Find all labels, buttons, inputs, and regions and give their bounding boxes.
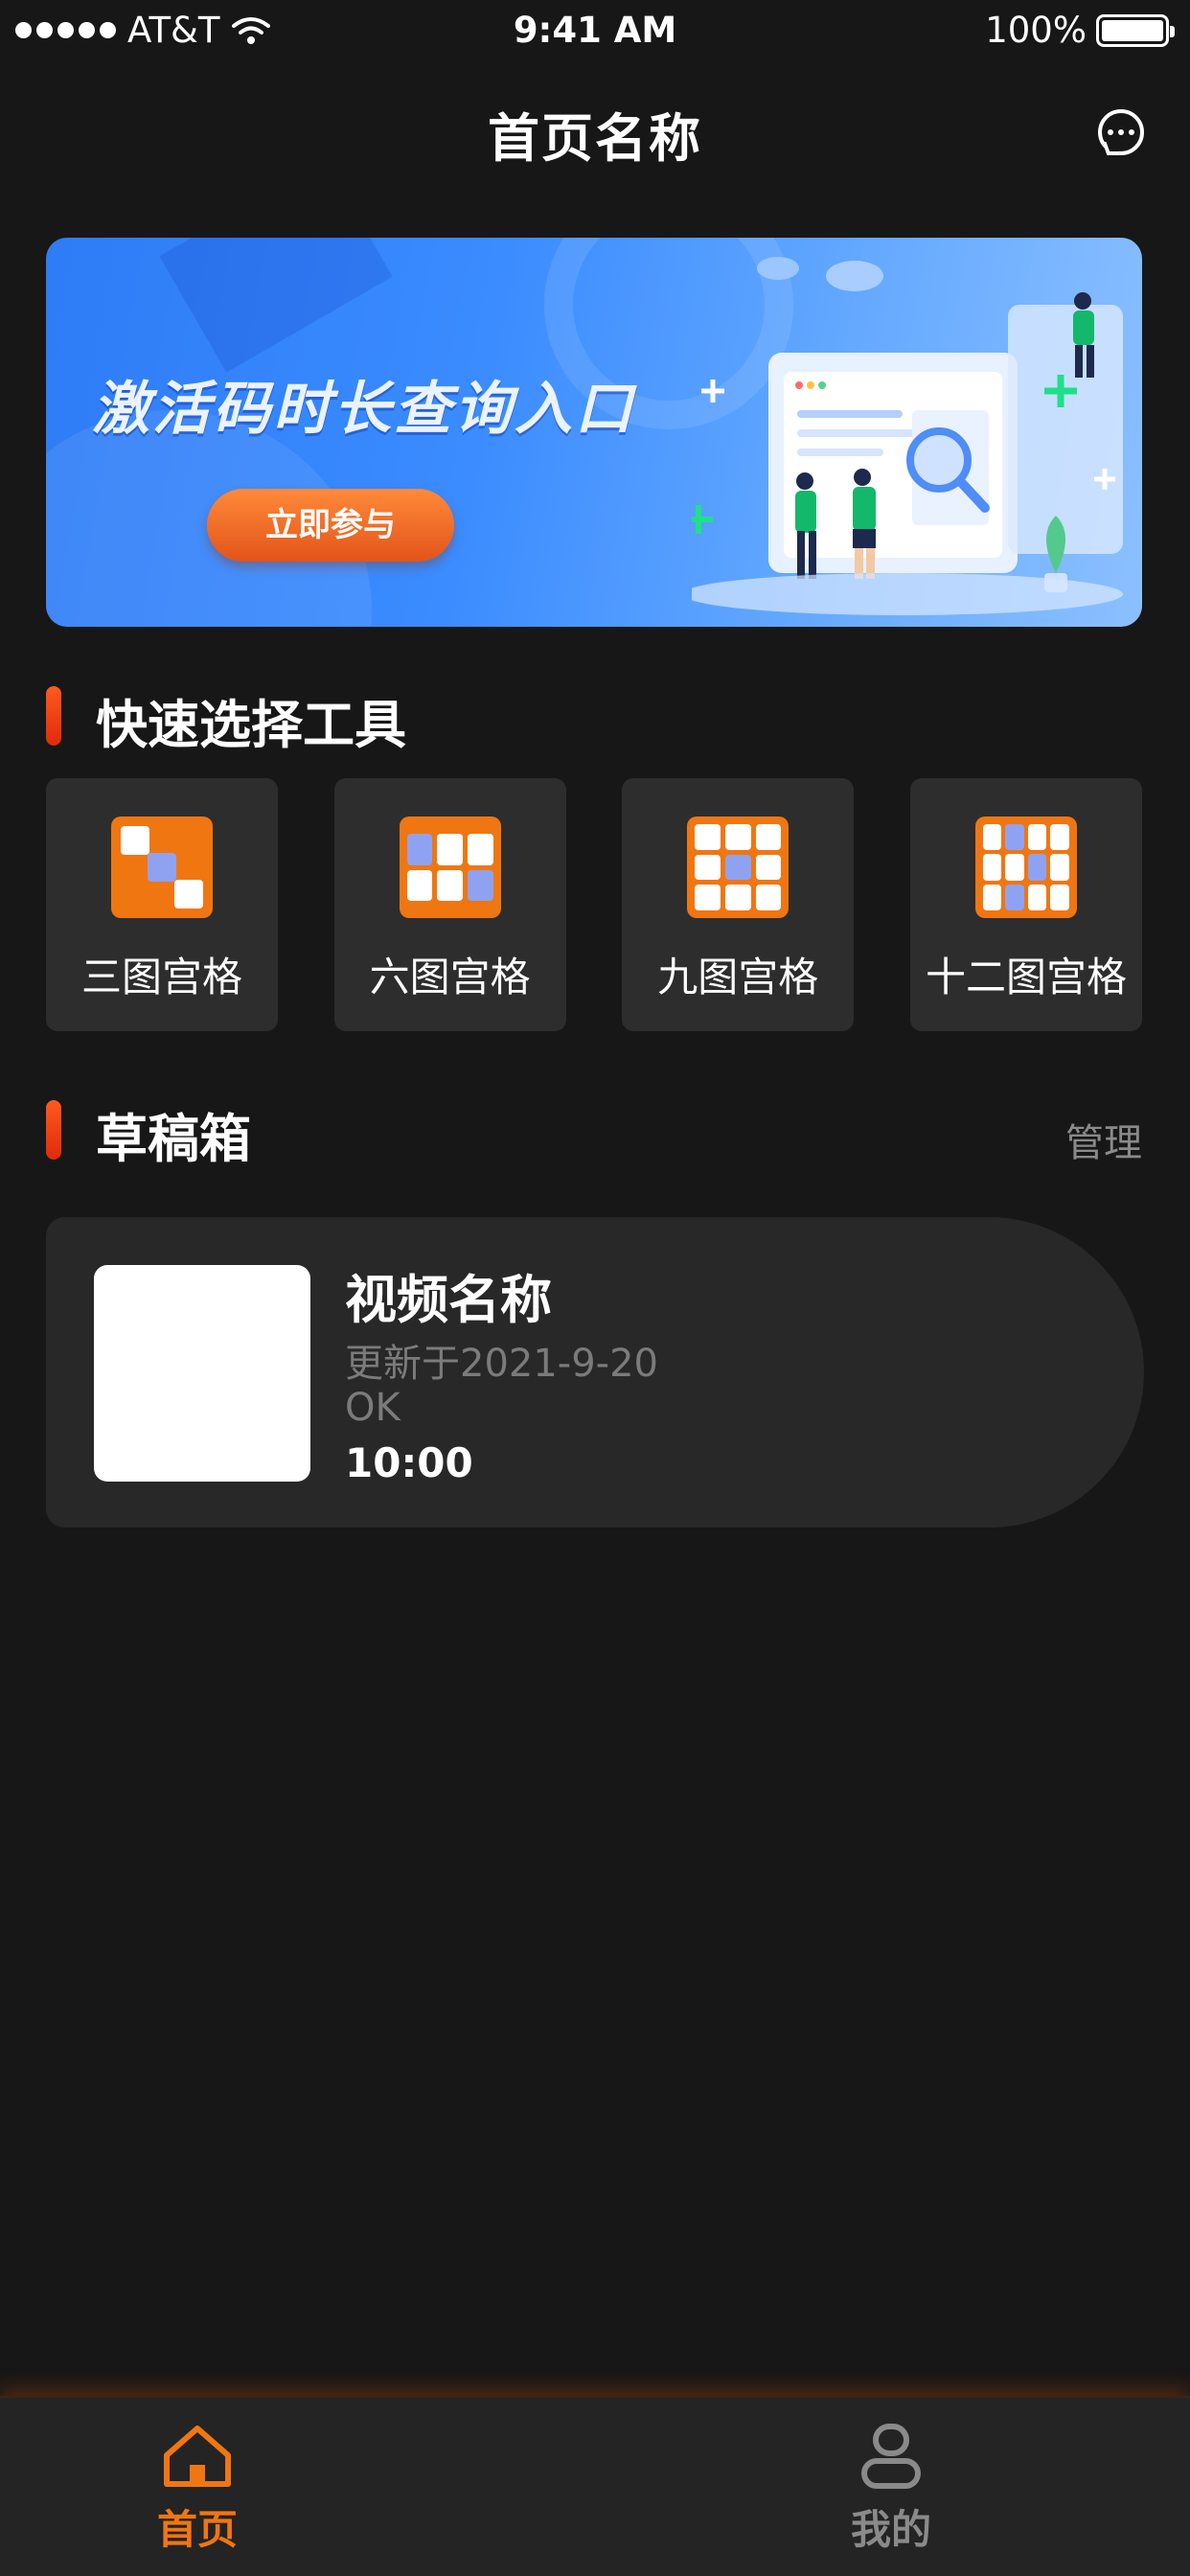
tab-profile[interactable]: 我的 bbox=[795, 2423, 987, 2556]
quick-tools-grid: 三图宫格 六图宫格 九图宫格 十二图宫格 bbox=[46, 778, 1142, 1031]
section-marker bbox=[46, 686, 61, 746]
battery-icon bbox=[1096, 13, 1175, 47]
status-bar: AT&T 9:41 AM 100% bbox=[0, 0, 1190, 63]
home-screen: AT&T 9:41 AM 100% 首页名称 激活码时长查询入口 立即参与 快速… bbox=[0, 0, 1190, 2576]
tool-label: 十二图宫格 bbox=[925, 954, 1127, 1000]
tab-label: 首页 bbox=[156, 2506, 238, 2553]
home-icon bbox=[164, 2426, 231, 2487]
banner-title: 激活码时长查询入口 bbox=[92, 376, 635, 443]
draft-status: OK bbox=[345, 1386, 400, 1430]
profile-icon bbox=[861, 2424, 921, 2489]
status-right: 100% bbox=[985, 10, 1175, 51]
tab-label: 我的 bbox=[850, 2506, 931, 2553]
tool-label: 六图宫格 bbox=[369, 954, 531, 1000]
tool-three-grid[interactable]: 三图宫格 bbox=[46, 778, 278, 1031]
draft-updated-date: 更新于2021-9-20 bbox=[345, 1342, 659, 1386]
chat-bubble-icon[interactable] bbox=[1098, 109, 1144, 155]
nine-grid-icon bbox=[687, 816, 790, 918]
three-grid-icon bbox=[111, 816, 213, 918]
draft-item[interactable]: 视频名称 更新于2021-9-20 OK 10:00 bbox=[46, 1217, 1144, 1528]
tab-bar: 首页 我的 bbox=[0, 2396, 1190, 2576]
section-marker bbox=[46, 1100, 61, 1160]
tool-twelve-grid[interactable]: 十二图宫格 bbox=[909, 778, 1142, 1031]
page-title: 首页名称 bbox=[488, 108, 702, 169]
manage-link[interactable]: 管理 bbox=[1065, 1112, 1142, 1167]
twelve-grid-icon bbox=[974, 816, 1077, 918]
quick-tools-title: 快速选择工具 bbox=[96, 695, 406, 755]
tool-label: 三图宫格 bbox=[80, 954, 242, 1000]
tool-label: 九图宫格 bbox=[657, 954, 819, 1000]
tab-home[interactable]: 首页 bbox=[102, 2423, 293, 2556]
drafts-title: 草稿箱 bbox=[96, 1109, 251, 1169]
draft-name: 视频名称 bbox=[345, 1270, 552, 1330]
tool-nine-grid[interactable]: 九图宫格 bbox=[622, 778, 855, 1031]
promo-banner[interactable]: 激活码时长查询入口 立即参与 bbox=[46, 238, 1142, 627]
join-now-button[interactable]: 立即参与 bbox=[207, 489, 454, 562]
draft-thumbnail bbox=[94, 1265, 310, 1482]
tool-six-grid[interactable]: 六图宫格 bbox=[333, 778, 566, 1031]
six-grid-icon bbox=[399, 816, 501, 918]
draft-duration: 10:00 bbox=[345, 1439, 473, 1486]
banner-illustration bbox=[692, 257, 1123, 615]
battery-percent: 100% bbox=[985, 10, 1087, 51]
